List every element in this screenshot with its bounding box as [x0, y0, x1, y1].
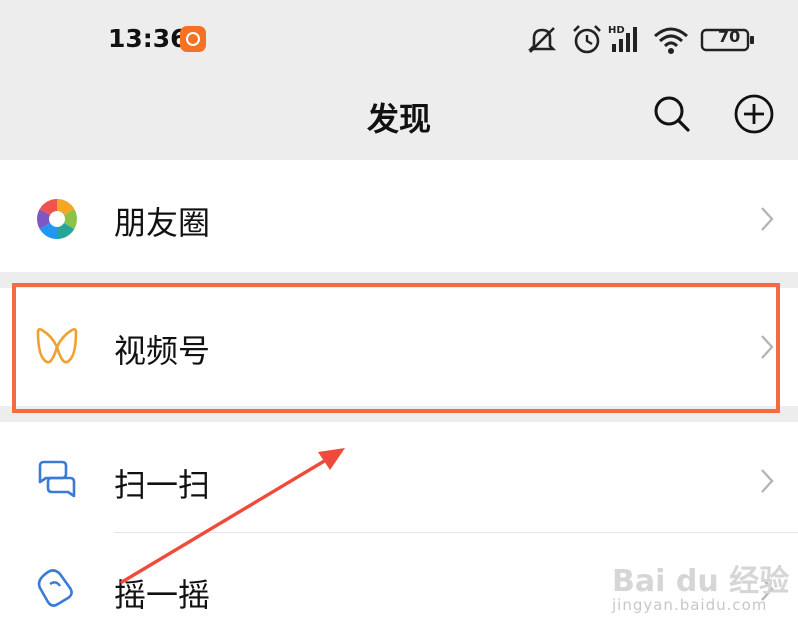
- shake-icon: [37, 569, 73, 607]
- status-bar: 13:36 HD 70: [0, 0, 798, 80]
- app-notification-icon: [180, 26, 206, 52]
- chevron-right-icon: [761, 469, 774, 493]
- menu-item-label: 扫一扫: [114, 466, 211, 504]
- menu-item-label: 朋友圈: [114, 204, 211, 242]
- battery-indicator: 70: [700, 22, 756, 58]
- wifi-icon: [654, 27, 688, 54]
- chevron-right-icon: [761, 207, 774, 231]
- menu-item-moments[interactable]: 朋友圈: [0, 160, 798, 278]
- watermark-url: jingyan.baidu.com: [612, 596, 768, 614]
- baidu-jingyan-watermark: Bai du 经验 jingyan.baidu.com: [612, 556, 792, 622]
- alarm-icon: [573, 25, 601, 54]
- mute-icon: [527, 27, 557, 53]
- highlight-box: [12, 283, 780, 413]
- status-time: 13:36: [108, 24, 188, 53]
- signal-icon: HD: [608, 25, 637, 52]
- watermark-logo: Bai du 经验: [612, 564, 790, 599]
- battery-level: 70: [718, 27, 741, 46]
- svg-text:HD: HD: [608, 25, 625, 36]
- menu-item-scan[interactable]: 扫一扫: [0, 422, 798, 540]
- add-button[interactable]: [732, 92, 776, 136]
- search-button[interactable]: [650, 92, 694, 136]
- menu-item-label: 摇一摇: [114, 576, 211, 614]
- scan-icon: [38, 460, 76, 498]
- nav-bar: 发现: [0, 80, 798, 160]
- row-separator: [114, 532, 798, 533]
- moments-icon: [37, 199, 77, 239]
